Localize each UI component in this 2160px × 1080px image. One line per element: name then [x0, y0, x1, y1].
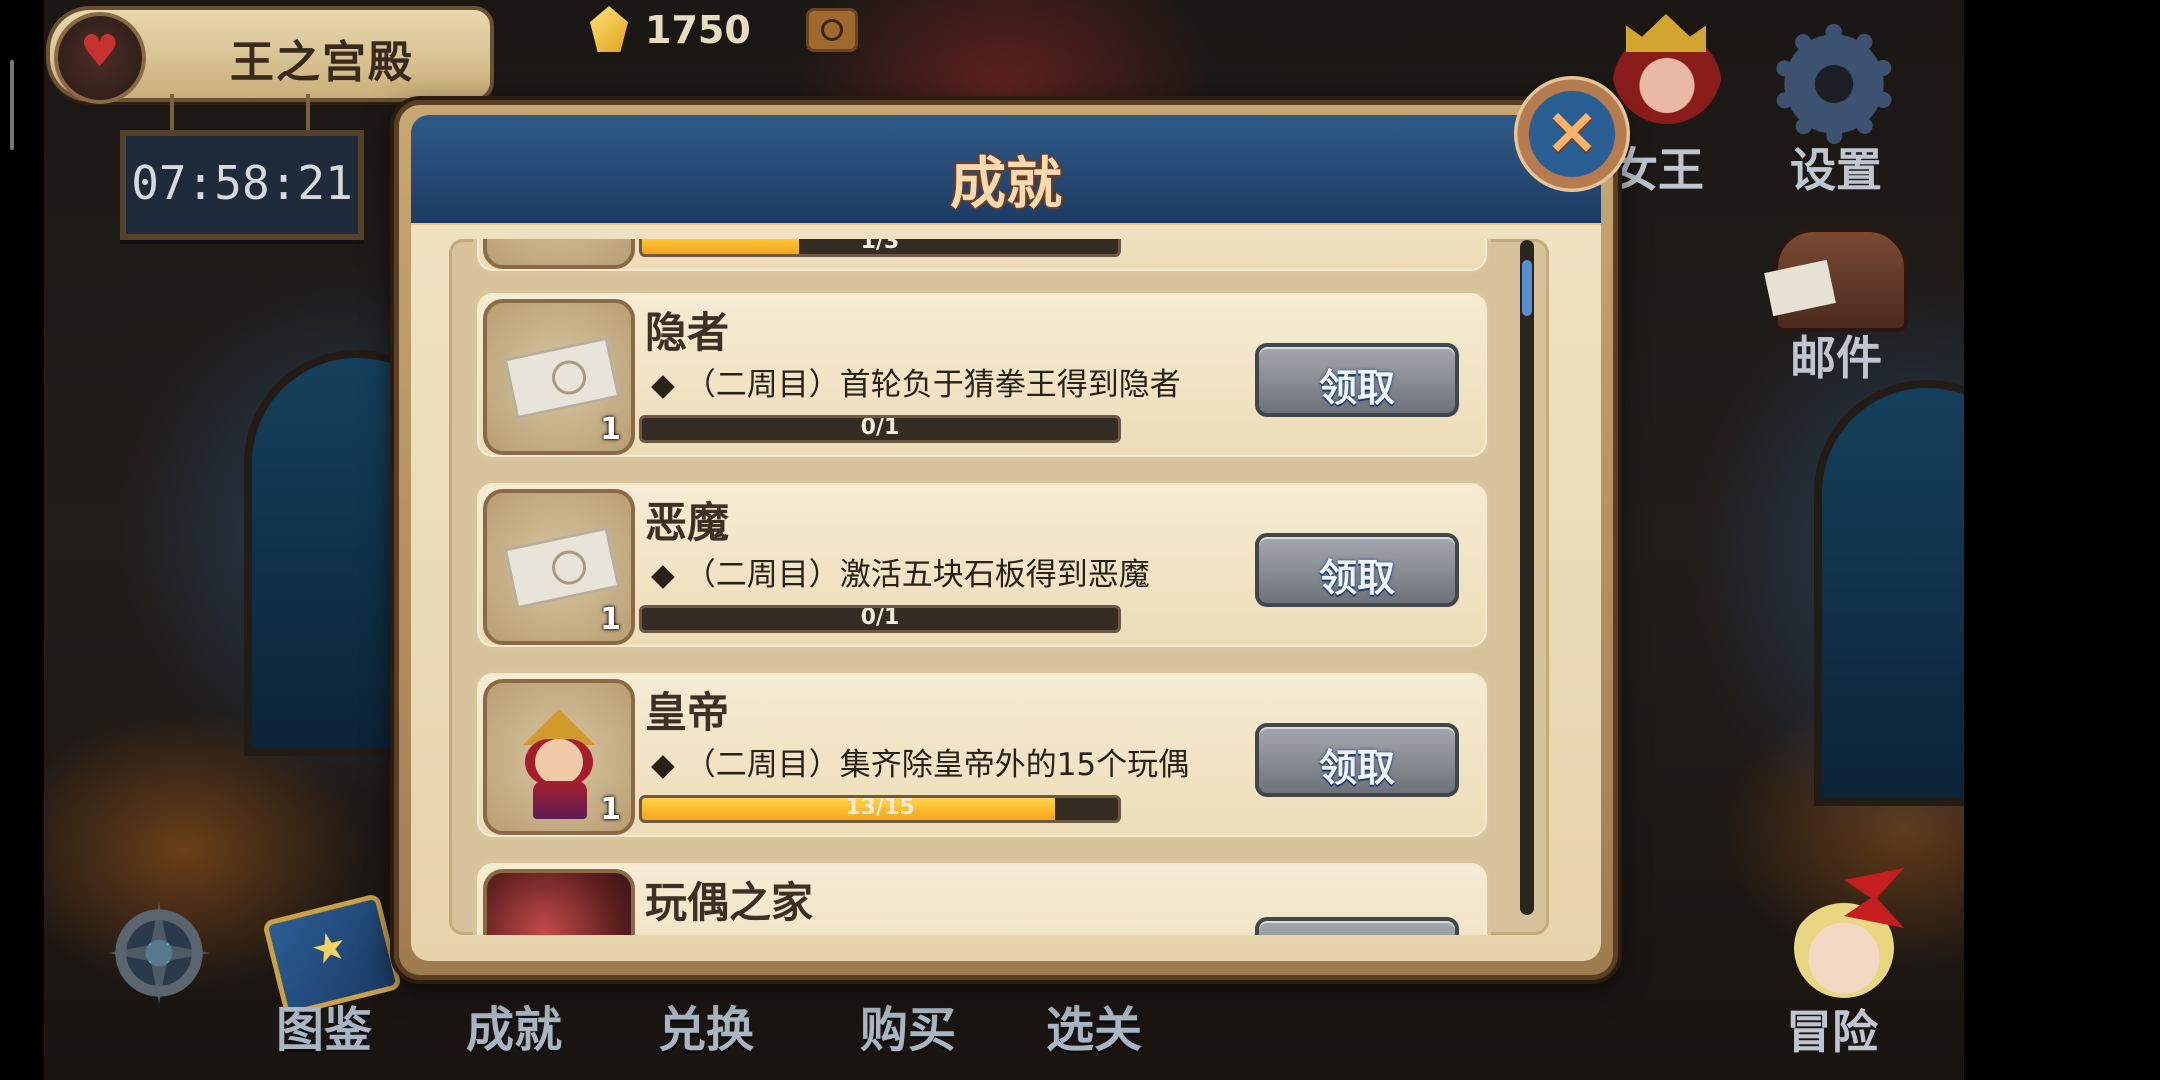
reward-count: 1	[600, 412, 621, 447]
achievement-description: ◆ （二周目）集齐除皇帝外的15个玩偶	[651, 747, 1190, 783]
reward-thumb: 1	[483, 299, 635, 455]
achievement-title: 恶魔	[645, 498, 730, 547]
dialog-body: 1/3 1 隐者 ◆ （二周目）首轮负于猜拳王得到隐者 0/1 领取 1 恶魔 …	[411, 225, 1601, 961]
achievement-title: 隐者	[645, 308, 730, 357]
achievement-description: ◆ （二周目）首轮负于猜拳王得到隐者	[651, 367, 1181, 403]
doll-house-icon	[483, 869, 635, 935]
emperor-body	[533, 781, 587, 819]
adventure-label[interactable]: 冒险	[1786, 996, 1878, 1062]
nav-level-select[interactable]: 选关	[1046, 990, 1142, 1060]
nav-achievements[interactable]: 成就	[466, 990, 562, 1060]
nav-purchase[interactable]: 购买	[860, 990, 956, 1060]
ticket-icon	[503, 526, 621, 610]
mail-label[interactable]: 邮件	[1790, 322, 1882, 388]
claim-label: 领取	[1318, 556, 1395, 600]
progress-bar: 0/1	[639, 605, 1121, 633]
progress-bar: 0/1	[639, 415, 1121, 443]
reward-thumb: 1	[483, 679, 635, 835]
progress-text: 0/1	[860, 605, 900, 630]
adventure-button[interactable]	[1784, 868, 1904, 1008]
reward-thumb: 1	[483, 489, 635, 645]
emperor-head	[535, 739, 583, 785]
claim-label: 领取	[1318, 366, 1395, 410]
progress-text: 13/15	[845, 795, 915, 820]
close-button[interactable]: ×	[1514, 76, 1630, 192]
gem-count: 1750	[645, 8, 751, 52]
reward-count: 1	[600, 602, 621, 637]
list-scrollbar[interactable]	[1520, 240, 1534, 915]
progress-bar: 1/3	[639, 239, 1121, 257]
nav-exchange[interactable]: 兑换	[658, 990, 754, 1060]
close-icon: ×	[1544, 92, 1600, 169]
progress-text: 1/3	[860, 239, 900, 254]
timer-sign: 07:58:21	[120, 130, 364, 240]
sign-rope	[170, 94, 174, 134]
location-title: 王之宫殿	[230, 37, 414, 88]
progress-bar: 13/15	[639, 795, 1121, 823]
reward-count: 1	[600, 792, 621, 827]
achievement-title: 皇帝	[645, 688, 730, 737]
nav-collection[interactable]: 图鉴	[276, 990, 372, 1060]
reward-thumb	[483, 239, 635, 269]
claim-label: 领取	[1318, 746, 1395, 790]
compass-icon[interactable]	[108, 902, 210, 1004]
location-banner: 王之宫殿	[46, 6, 494, 104]
achievement-card: 1 恶魔 ◆ （二周目）激活五块石板得到恶魔 0/1 领取	[473, 479, 1491, 651]
claim-button[interactable]: 领取	[1255, 723, 1459, 797]
achievement-list[interactable]: 1/3 1 隐者 ◆ （二周目）首轮负于猜拳王得到隐者 0/1 领取 1 恶魔 …	[449, 239, 1549, 935]
camera-icon[interactable]	[806, 8, 858, 52]
dialog-title: 成就	[950, 152, 1062, 217]
mailbox-icon[interactable]	[1774, 228, 1908, 332]
system-edge-handle	[10, 60, 14, 150]
right-window	[1814, 380, 1964, 806]
achievements-dialog: 成就 1/3 1 隐者 ◆ （二周目）首轮负于猜拳王得到隐者 0/1 领取 1 …	[394, 100, 1618, 980]
dialog-header: 成就	[411, 115, 1601, 227]
settings-gear-icon[interactable]	[1774, 24, 1894, 144]
claim-button[interactable]: 领取	[1255, 533, 1459, 607]
sign-rope	[306, 94, 310, 134]
claim-button[interactable]: 领取	[1255, 343, 1459, 417]
achievement-description: ◆ （二周目）激活五块石板得到恶魔	[651, 557, 1150, 593]
claim-button[interactable]	[1255, 917, 1459, 935]
settings-label[interactable]: 设置	[1790, 134, 1882, 200]
emperor-doll-icon	[517, 709, 601, 819]
achievement-card: 1 皇帝 ◆ （二周目）集齐除皇帝外的15个玩偶 13/15 领取	[473, 669, 1491, 841]
achievement-card: 1/3	[473, 239, 1491, 275]
ticket-icon	[503, 336, 621, 420]
progress-text: 0/1	[860, 415, 900, 440]
achievement-card: 1 隐者 ◆ （二周目）首轮负于猜拳王得到隐者 0/1 领取	[473, 289, 1491, 461]
countdown-timer: 07:58:21	[131, 156, 353, 210]
heart-emblem-icon	[54, 12, 146, 104]
achievement-card: 玩偶之家	[473, 859, 1491, 935]
scrollbar-thumb[interactable]	[1522, 260, 1532, 316]
achievement-title: 玩偶之家	[645, 878, 814, 927]
